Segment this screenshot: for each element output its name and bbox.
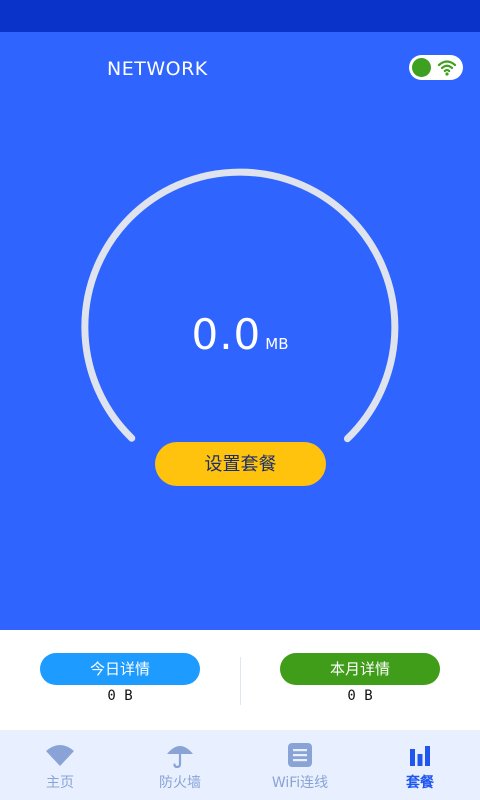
wifi-icon [46,745,74,766]
usage-unit: MB [265,335,289,353]
tab-plan[interactable]: 套餐 [360,730,480,800]
month-usage-value: 0 B [347,688,373,704]
set-plan-button[interactable]: 设置套餐 [155,442,326,486]
tab-firewall-label: 防火墙 [159,775,201,791]
tab-wifi-connect-label: WiFi连线 [271,775,329,791]
tab-home-label: 主页 [46,775,74,791]
divider [240,657,241,705]
today-details-button[interactable]: 今日详情 [40,653,200,685]
usage-value: 0.0 [191,310,262,359]
usage-reading: 0.0 MB [0,310,480,359]
month-details-button[interactable]: 本月详情 [280,653,440,685]
umbrella-icon [167,746,193,769]
tab-home[interactable]: 主页 [0,730,120,800]
today-usage-value: 0 B [107,688,133,704]
bottom-tab-bar: 主页 防火墙 WiFi连线 套餐 [0,730,480,800]
details-panel: 今日详情 0 B 本月详情 0 B [0,630,480,730]
tab-firewall[interactable]: 防火墙 [120,730,240,800]
bar-chart-icon [410,746,430,766]
tab-wifi-connect[interactable]: WiFi连线 [240,730,360,800]
list-icon [288,743,312,767]
tab-plan-label: 套餐 [406,775,434,791]
